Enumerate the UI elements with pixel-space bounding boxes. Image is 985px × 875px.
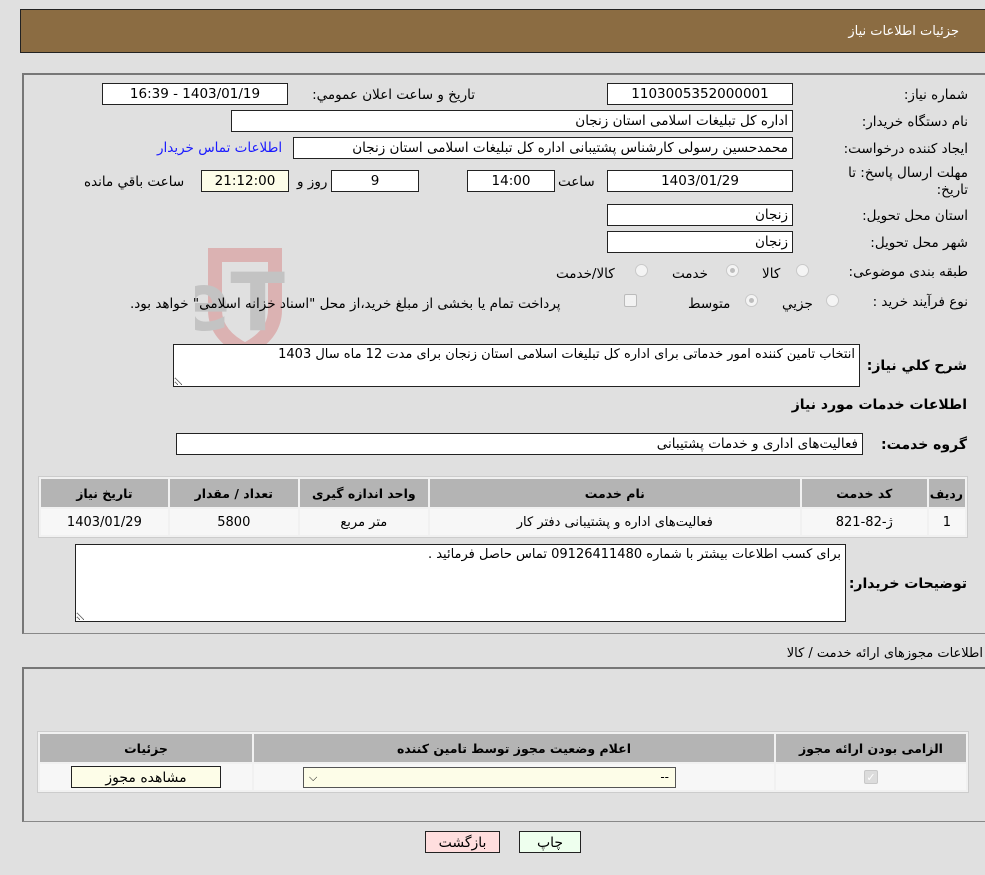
cell-license-details: مشاهده مجوز	[40, 764, 252, 790]
delivery-province-field[interactable]: زنجان	[607, 204, 793, 226]
announce-datetime-field[interactable]: 1403/01/19 - 16:39	[102, 83, 288, 105]
print-button[interactable]: چاپ	[519, 831, 581, 853]
requester-field[interactable]: محمدحسین رسولی کارشناس پشتیبانی اداره کل…	[293, 137, 793, 159]
col-quantity: تعداد / مقدار	[169, 479, 298, 507]
services-section-title: اطلاعات خدمات مورد نیاز	[791, 397, 967, 413]
need-number-label: شماره نیاز:	[903, 87, 968, 103]
col-need-date: تاریخ نیاز	[41, 479, 168, 507]
col-license-status: اعلام وضعیت مجوز توسط تامین کننده	[254, 734, 774, 762]
category-option-goods-service: کالا/خدمت	[556, 266, 615, 282]
category-radio-goods[interactable]	[796, 264, 809, 277]
buyer-notes-label: توضیحات خریدار:	[848, 576, 967, 592]
time-remaining-field: 21:12:00	[201, 170, 289, 192]
requester-label: ایجاد کننده درخواست:	[843, 141, 968, 157]
col-license-details: جزئیات	[40, 734, 252, 762]
cell-service-code: ژ-82-821	[801, 509, 927, 535]
announce-datetime-label: تاریخ و ساعت اعلان عمومي:	[312, 87, 475, 103]
deadline-time-field[interactable]: 14:00	[467, 170, 555, 192]
need-number-field[interactable]: 1103005352000001	[607, 83, 793, 105]
days-remaining-field[interactable]: 9	[331, 170, 419, 192]
licenses-section-title: اطلاعات مجوزهای ارائه خدمت / کالا	[786, 646, 983, 661]
back-button[interactable]: بازگشت	[425, 831, 500, 853]
deadline-label: مهلت ارسال پاسخ: تا	[848, 165, 968, 181]
category-label: طبقه بندی موضوعی:	[848, 264, 968, 280]
cell-license-required: ✓	[776, 764, 966, 790]
deadline-date-field[interactable]: 1403/01/29	[607, 170, 793, 192]
table-row: 1 ژ-82-821 فعالیت‌های اداره و پشتیبانی د…	[41, 509, 965, 535]
license-required-checkbox: ✓	[864, 769, 878, 784]
cell-unit: متر مربع	[299, 509, 428, 535]
chevron-down-icon: ⌵	[309, 771, 318, 784]
summary-label: شرح كلي نياز:	[866, 358, 967, 374]
service-group-label: گروه خدمت:	[881, 437, 967, 453]
delivery-province-label: استان محل تحویل:	[862, 208, 968, 224]
col-license-required: الزامی بودن ارائه مجوز	[776, 734, 966, 762]
buyer-org-field[interactable]: اداره کل تبلیغات اسلامی استان زنجان	[231, 110, 793, 132]
cell-need-date: 1403/01/29	[41, 509, 168, 535]
col-service-code: کد خدمت	[801, 479, 927, 507]
treasury-checkbox[interactable]	[624, 294, 637, 307]
licenses-table-header: الزامی بودن ارائه مجوز اعلام وضعیت مجوز …	[40, 734, 966, 762]
purchase-radio-medium[interactable]	[745, 294, 758, 307]
view-license-button[interactable]: مشاهده مجوز	[71, 766, 221, 788]
buyer-contact-link[interactable]: اطلاعات تماس خریدار	[157, 140, 282, 156]
buyer-org-label: نام دستگاه خريدار:	[861, 114, 968, 130]
license-status-value: --	[660, 770, 669, 784]
services-table: ردیف کد خدمت نام خدمت واحد اندازه گیری ت…	[38, 476, 968, 538]
time-remaining-label: ساعت باقي مانده	[84, 174, 185, 190]
page-title: جزئیات اطلاعات نیاز	[848, 24, 959, 39]
purchase-radio-minor[interactable]	[826, 294, 839, 307]
cell-row-number: 1	[928, 509, 965, 535]
deadline-time-label: ساعت	[558, 174, 595, 190]
page-header: جزئیات اطلاعات نیاز	[20, 9, 985, 53]
table-row: ✓ -- ⌵ مشاهده مجوز	[40, 764, 966, 790]
purchase-option-minor: جزيي	[782, 296, 813, 312]
treasury-note: پرداخت تمام یا بخشی از مبلغ خرید،از محل …	[130, 296, 561, 312]
services-table-header: ردیف کد خدمت نام خدمت واحد اندازه گیری ت…	[41, 479, 965, 507]
licenses-table: الزامی بودن ارائه مجوز اعلام وضعیت مجوز …	[37, 731, 969, 793]
delivery-city-label: شهر محل تحویل:	[870, 235, 968, 251]
category-option-goods: کالا	[762, 266, 781, 282]
deadline-label-date: تاریخ:	[936, 182, 968, 198]
buyer-notes-textarea[interactable]: برای کسب اطلاعات بیشتر با شماره 09126411…	[75, 544, 846, 622]
col-unit: واحد اندازه گیری	[299, 479, 428, 507]
col-service-name: نام خدمت	[429, 479, 800, 507]
summary-textarea[interactable]: انتخاب تامین کننده امور خدماتی برای ادار…	[173, 344, 860, 387]
cell-quantity: 5800	[169, 509, 298, 535]
purchase-type-label: نوع فرآیند خرید :	[872, 294, 968, 310]
category-option-service: خدمت	[672, 266, 708, 282]
col-row-number: ردیف	[928, 479, 965, 507]
category-radio-service[interactable]	[726, 264, 739, 277]
delivery-city-field[interactable]: زنجان	[607, 231, 793, 253]
days-label: روز و	[297, 174, 328, 190]
cell-service-name: فعالیت‌های اداره و پشتیبانی دفتر کار	[429, 509, 800, 535]
service-group-field[interactable]: فعالیت‌های اداری و خدمات پشتیبانی	[176, 433, 863, 455]
purchase-option-medium: متوسط	[688, 296, 731, 312]
cell-license-status: -- ⌵	[254, 764, 774, 790]
license-status-select[interactable]: -- ⌵	[303, 767, 676, 788]
category-radio-goods-service[interactable]	[635, 264, 648, 277]
